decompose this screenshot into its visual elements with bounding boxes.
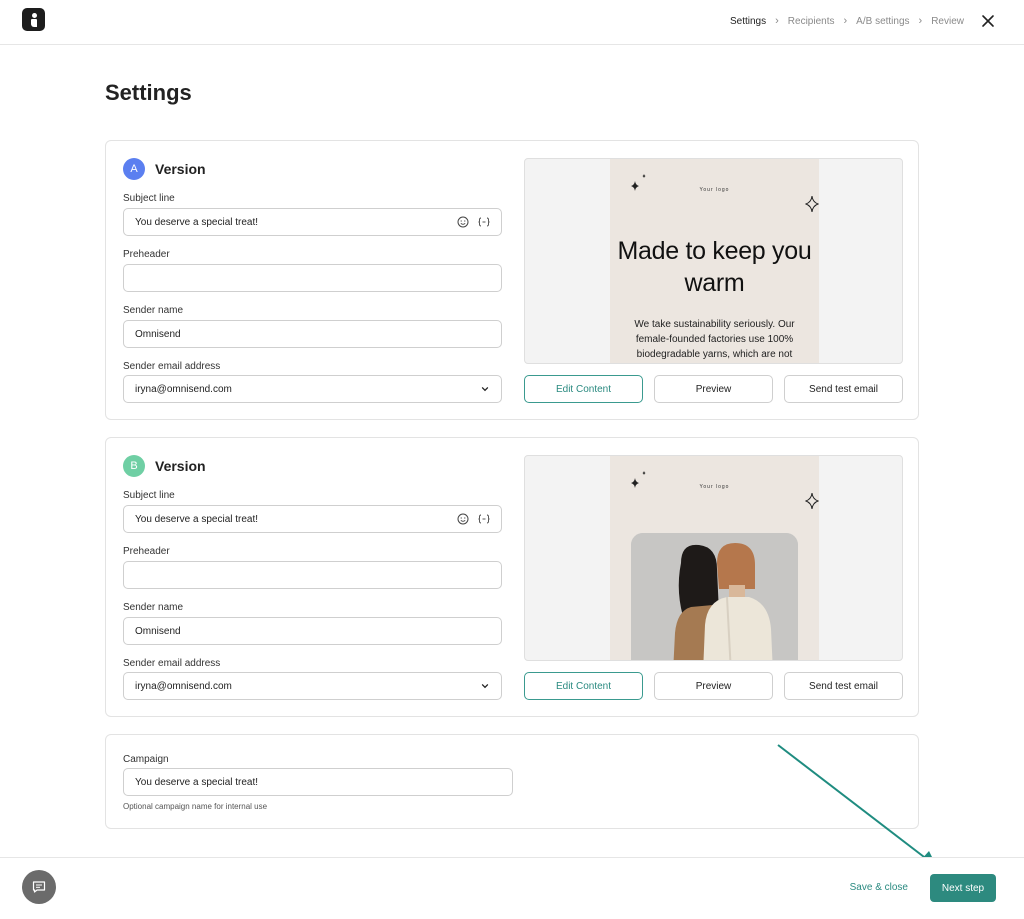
subject-line-input[interactable]: You deserve a special treat! xyxy=(123,208,502,236)
subject-line-input[interactable]: You deserve a special treat! xyxy=(123,505,502,533)
chevron-right-icon: › xyxy=(918,15,923,27)
sender-name-value: Omnisend xyxy=(135,329,181,340)
chat-icon xyxy=(32,881,46,893)
subject-line-label: Subject line xyxy=(123,490,175,501)
save-and-close-link[interactable]: Save & close xyxy=(850,882,908,893)
emoji-icon[interactable] xyxy=(456,512,470,526)
email-template-a: Your logo Made to keep you warm We take … xyxy=(610,159,819,363)
sparkle-icon xyxy=(805,492,819,510)
footer-bar: Save & close Next step xyxy=(0,857,1024,919)
sender-email-label: Sender email address xyxy=(123,658,221,669)
personalization-icon[interactable] xyxy=(477,215,491,229)
next-step-button[interactable]: Next step xyxy=(930,874,996,902)
email-headline: Made to keep you warm xyxy=(617,237,812,297)
version-b-badge: B xyxy=(123,455,145,477)
two-women-image xyxy=(631,533,798,660)
sender-email-select[interactable]: iryna@omnisend.com xyxy=(123,375,502,403)
version-a-title: Version xyxy=(155,161,206,177)
sender-email-label: Sender email address xyxy=(123,361,221,372)
edit-content-button[interactable]: Edit Content xyxy=(524,672,643,700)
sender-name-input[interactable]: Omnisend xyxy=(123,320,502,348)
email-body-text: We take sustainability seriously. Our fe… xyxy=(634,319,795,360)
sender-name-label: Sender name xyxy=(123,602,184,613)
personalization-icon[interactable] xyxy=(477,512,491,526)
campaign-card: Campaign You deserve a special treat! Op… xyxy=(105,734,919,829)
preview-button[interactable]: Preview xyxy=(654,672,773,700)
emoji-icon[interactable] xyxy=(456,215,470,229)
email-template-b: Your logo xyxy=(610,456,819,660)
subject-line-value: You deserve a special treat! xyxy=(135,514,259,525)
breadcrumb-review[interactable]: Review xyxy=(931,16,964,27)
sender-name-value: Omnisend xyxy=(135,626,181,637)
campaign-name-input[interactable]: You deserve a special treat! xyxy=(123,768,513,796)
preview-button[interactable]: Preview xyxy=(654,375,773,403)
campaign-hint: Optional campaign name for internal use xyxy=(123,802,268,811)
chevron-right-icon: › xyxy=(775,15,779,27)
edit-content-button[interactable]: Edit Content xyxy=(524,375,643,403)
version-b-card: B Version Subject line You deserve a spe… xyxy=(105,437,919,717)
preheader-label: Preheader xyxy=(123,546,170,557)
breadcrumb-ab-settings[interactable]: A/B settings xyxy=(856,16,909,27)
sender-email-select[interactable]: iryna@omnisend.com xyxy=(123,672,502,700)
version-b-title: Version xyxy=(155,458,206,474)
page-title: Settings xyxy=(105,80,192,105)
chat-support-button[interactable] xyxy=(22,870,56,904)
sender-email-value: iryna@omnisend.com xyxy=(135,681,232,692)
chevron-right-icon: › xyxy=(843,15,848,27)
sparkle-icon xyxy=(805,195,819,213)
campaign-label: Campaign xyxy=(123,754,169,765)
breadcrumb: Settings › Recipients › A/B settings › R… xyxy=(730,15,964,27)
top-bar: Settings › Recipients › A/B settings › R… xyxy=(0,0,1024,45)
chevron-down-icon xyxy=(481,387,489,392)
subject-line-label: Subject line xyxy=(123,193,175,204)
email-hero-photo xyxy=(631,533,798,660)
version-a-badge: A xyxy=(123,158,145,180)
preheader-label: Preheader xyxy=(123,249,170,260)
preheader-input[interactable] xyxy=(123,264,502,292)
sender-name-input[interactable]: Omnisend xyxy=(123,617,502,645)
omnisend-logo-icon[interactable] xyxy=(22,8,45,31)
email-preview-b: Your logo xyxy=(524,455,903,661)
email-preview-a: Your logo Made to keep you warm We take … xyxy=(524,158,903,364)
sender-name-label: Sender name xyxy=(123,305,184,316)
send-test-email-button[interactable]: Send test email xyxy=(784,375,903,403)
breadcrumb-settings[interactable]: Settings xyxy=(730,16,766,27)
breadcrumb-recipients[interactable]: Recipients xyxy=(788,16,835,27)
email-logo-text: Your logo xyxy=(699,187,730,193)
version-a-card: A Version Subject line You deserve a spe… xyxy=(105,140,919,420)
sender-email-value: iryna@omnisend.com xyxy=(135,384,232,395)
send-test-email-button[interactable]: Send test email xyxy=(784,672,903,700)
subject-line-value: You deserve a special treat! xyxy=(135,217,259,228)
email-logo-text: Your logo xyxy=(699,484,730,490)
chevron-down-icon xyxy=(481,684,489,689)
campaign-name-value: You deserve a special treat! xyxy=(135,777,259,788)
preheader-input[interactable] xyxy=(123,561,502,589)
close-icon[interactable] xyxy=(980,13,996,29)
